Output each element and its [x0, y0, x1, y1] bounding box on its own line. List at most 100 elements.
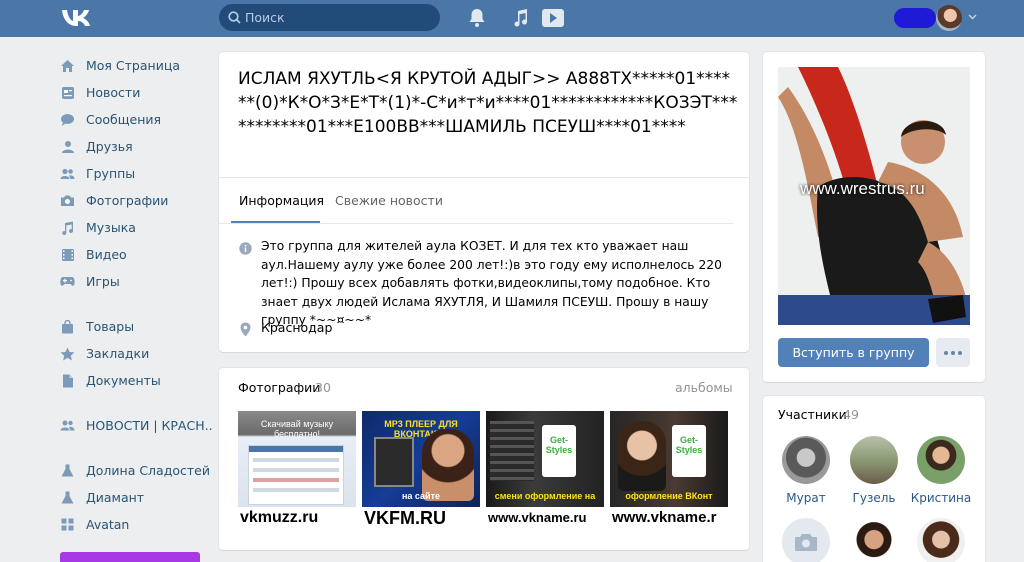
- photo-thumb[interactable]: Скачивай музыку бесплатно! vkmuzz.ru: [238, 411, 356, 529]
- photo-caption: www.vkname.ru: [486, 507, 604, 529]
- photo-subtext: оформление ВКонт: [625, 491, 713, 501]
- photo-screenshot-panel: [248, 445, 344, 505]
- members-count: 49: [843, 407, 859, 422]
- menu-item-label: Сообщения: [86, 112, 162, 127]
- menu-item-label: Видео: [86, 247, 127, 262]
- menu-item-label: Товары: [86, 319, 135, 334]
- search-box[interactable]: [219, 4, 440, 31]
- member-item[interactable]: Мурат: [774, 436, 838, 505]
- user-name-redacted[interactable]: [894, 8, 936, 28]
- video-play-icon[interactable]: [541, 7, 565, 29]
- menu-divider: [60, 394, 210, 412]
- photos-card: Фотографии 30 альбомы Скачивай музыку бе…: [219, 368, 749, 550]
- avatar: [850, 518, 898, 562]
- menu-item-label: Друзья: [86, 139, 133, 154]
- members-card: Участники 49 Мурат Гузель Кристина: [763, 396, 985, 562]
- vk-logo-icon[interactable]: [60, 7, 92, 29]
- more-dot: [944, 351, 948, 355]
- bell-icon[interactable]: [468, 8, 486, 28]
- left-menu: Моя Страница Новости Сообщения Друзья Гр…: [60, 52, 213, 538]
- page-title: ИСЛАМ ЯХУТЛЬ<Я КРУТОЙ АДЫГ>> А888ТХ*****…: [238, 69, 738, 137]
- menu-item-video[interactable]: Видео: [60, 241, 210, 268]
- member-name: Гузель: [852, 491, 896, 505]
- join-group-button[interactable]: Вступить в группу: [778, 338, 929, 367]
- menu-item-documents[interactable]: Документы: [60, 367, 210, 394]
- avatar[interactable]: [936, 5, 962, 31]
- community-icon: [60, 418, 75, 433]
- menu-item-bookmarks[interactable]: Закладки: [60, 340, 210, 367]
- music-icon: [60, 220, 75, 235]
- groups-icon: [60, 166, 75, 181]
- member-name: Кристина: [910, 491, 972, 505]
- menu-item-messages[interactable]: Сообщения: [60, 106, 210, 133]
- menu-item-label: Моя Страница: [86, 58, 180, 73]
- more-dot: [958, 351, 962, 355]
- photo-thumb[interactable]: MP3 ПЛЕЕР ДЛЯ ВКОНТАКТЕ на сайте VKFM.RU: [362, 411, 480, 529]
- avatar: [782, 436, 830, 484]
- tab-information[interactable]: Информация: [239, 193, 324, 208]
- menu-item-label: НОВОСТИ | КРАСН..: [86, 418, 213, 433]
- avatar: [917, 436, 965, 484]
- group-cover-card: www.wrestrus.ru Вступить в группу: [763, 52, 985, 382]
- albums-link[interactable]: альбомы: [675, 380, 733, 395]
- flask-icon: [60, 463, 75, 478]
- menu-item-goods[interactable]: Товары: [60, 313, 210, 340]
- member-item[interactable]: [842, 518, 906, 562]
- menu-divider: [60, 295, 210, 313]
- photo-person: [618, 421, 666, 491]
- menu-item-app-diamant[interactable]: Диамант: [60, 484, 210, 511]
- photo-caption: VKFM.RU: [362, 507, 480, 529]
- chevron-down-icon[interactable]: [968, 14, 977, 20]
- more-actions-button[interactable]: [936, 338, 970, 367]
- info-icon: [239, 242, 252, 255]
- friends-icon: [60, 139, 75, 154]
- menu-item-friends[interactable]: Друзья: [60, 133, 210, 160]
- search-icon: [228, 11, 241, 24]
- member-item[interactable]: Гузель: [842, 436, 906, 505]
- promo-button[interactable]: [60, 552, 200, 562]
- photo-thumb[interactable]: Get-Styles оформление ВКонт www.vkname.r: [610, 411, 728, 529]
- menu-item-label: Игры: [86, 274, 120, 289]
- photo-sidebar-graphic: [490, 421, 534, 481]
- home-icon: [60, 58, 75, 73]
- photo-player-window: [374, 437, 414, 487]
- photo-subtext: на сайте: [401, 491, 440, 501]
- members-title[interactable]: Участники: [778, 407, 847, 422]
- photo-caption: www.vkname.r: [610, 507, 728, 529]
- menu-item-app-avatan[interactable]: Avatan: [60, 511, 210, 538]
- tab-fresh-news[interactable]: Свежие новости: [335, 193, 443, 208]
- group-cover-image[interactable]: www.wrestrus.ru: [778, 67, 970, 325]
- music-note-icon[interactable]: [512, 8, 529, 28]
- search-input[interactable]: [245, 8, 435, 27]
- grid-icon: [60, 517, 75, 532]
- photo-caption: vkmuzz.ru: [238, 507, 356, 529]
- member-item[interactable]: [774, 518, 838, 562]
- location-pin-icon: [240, 322, 251, 337]
- photo-thumb[interactable]: Get-Styles смени оформление на www.vknam…: [486, 411, 604, 529]
- top-header: [0, 0, 1024, 37]
- member-name: Мурат: [786, 491, 826, 505]
- camera-icon: [795, 534, 817, 551]
- photo-headline: Скачивай музыку бесплатно!: [260, 419, 334, 439]
- menu-item-games[interactable]: Игры: [60, 268, 210, 295]
- menu-item-app-sweets[interactable]: Долина Сладостей: [60, 457, 210, 484]
- menu-item-music[interactable]: Музыка: [60, 214, 210, 241]
- member-item[interactable]: Кристина: [909, 436, 973, 505]
- menu-item-my-page[interactable]: Моя Страница: [60, 52, 210, 79]
- photo-subtext: смени оформление на: [494, 491, 596, 501]
- menu-item-groups[interactable]: Группы: [60, 160, 210, 187]
- avatar: [917, 518, 965, 562]
- member-item[interactable]: [909, 518, 973, 562]
- menu-item-news[interactable]: Новости: [60, 79, 210, 106]
- photos-count: 30: [315, 380, 331, 395]
- menu-item-label: Avatan: [86, 517, 130, 532]
- menu-item-photos[interactable]: Фотографии: [60, 187, 210, 214]
- messages-icon: [60, 112, 75, 127]
- menu-item-label: Фотографии: [86, 193, 169, 208]
- menu-item-label: Долина Сладостей: [86, 463, 210, 478]
- news-icon: [60, 85, 75, 100]
- menu-item-news-krasnodar[interactable]: НОВОСТИ | КРАСН..: [60, 412, 213, 439]
- star-icon: [60, 346, 75, 361]
- menu-divider: [60, 439, 210, 457]
- menu-item-label: Новости: [86, 85, 141, 100]
